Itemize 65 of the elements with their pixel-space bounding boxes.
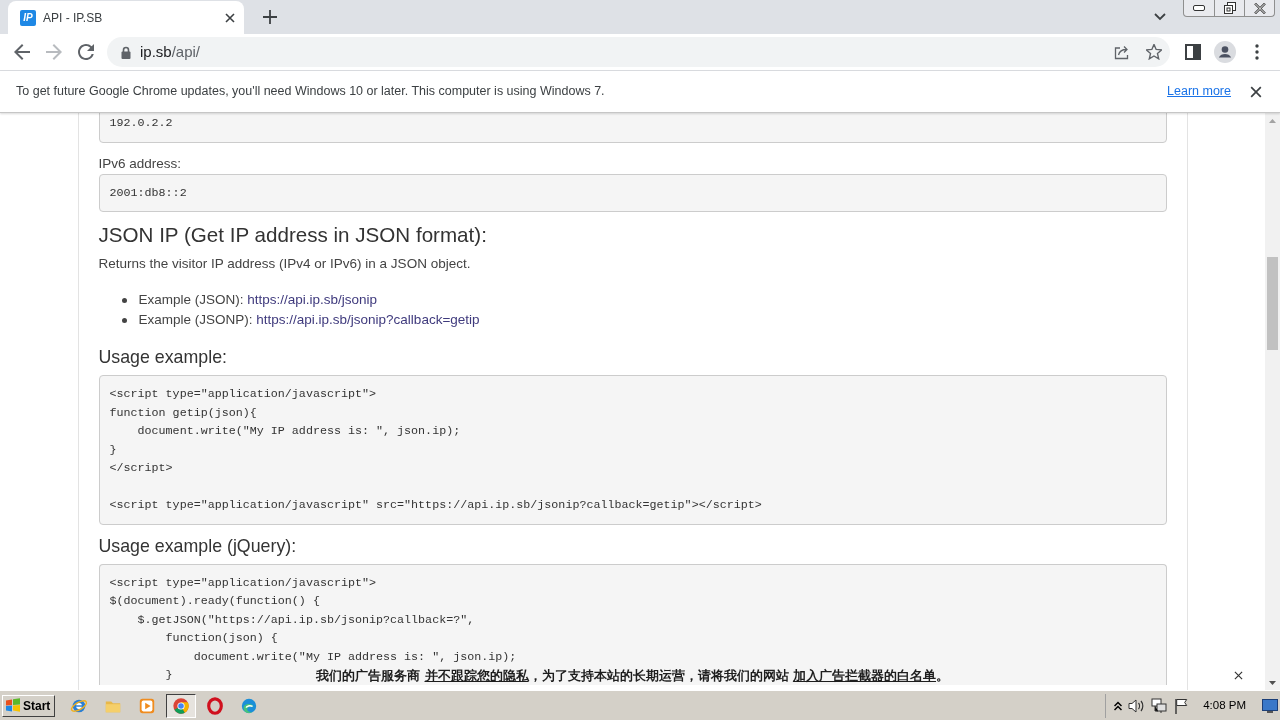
field-label: IPv6 address: xyxy=(98,154,183,173)
action-center-button[interactable] xyxy=(1174,697,1190,714)
bookmark-button[interactable] xyxy=(1146,44,1162,60)
side-panel-icon xyxy=(1185,44,1201,60)
description-text: Returns the visitor IP address (IPv4 or IPv6) in a JSON object. xyxy=(98,255,472,273)
example-link[interactable]: https://api.ip.sb/jsonip?callback=getip xyxy=(256,312,480,327)
learn-more-link[interactable]: Learn more xyxy=(1167,82,1231,101)
play-icon xyxy=(138,696,156,715)
section-heading: JSON IP (Get IP address in JSON format): xyxy=(98,223,488,246)
four-squares-icon xyxy=(5,698,21,713)
bullet-icon xyxy=(121,317,127,323)
section-heading: Usage example (jQuery): xyxy=(98,535,298,556)
list-item-text: Example (JSONP): https://api.ip.sb/jsonip?callback=getip xyxy=(138,311,480,329)
scroll-down-icon[interactable] xyxy=(1269,680,1276,685)
person-icon xyxy=(1214,41,1236,63)
close-button[interactable] xyxy=(1232,669,1244,681)
close-icon xyxy=(1233,670,1243,680)
close-icon xyxy=(225,12,235,23)
address-bar[interactable]: ip.sb/api/ xyxy=(107,37,1170,67)
update-notice: To get future Google Chrome updates, you'll need Windows 10 or later. This computer is using Windows 7. xyxy=(16,83,605,101)
star-icon xyxy=(1146,44,1162,60)
ad-link[interactable]: 并不跟踪您的隐私 xyxy=(424,668,529,684)
flag-icon xyxy=(1174,697,1190,714)
chevron-down-icon xyxy=(1154,13,1166,21)
url-text: ip.sb/api/ xyxy=(140,41,201,62)
start-button[interactable]: Start xyxy=(2,694,55,717)
example-link[interactable]: https://api.ip.sb/jsonip xyxy=(247,292,378,307)
caret-up-icon xyxy=(1114,700,1123,711)
section-heading: Usage example: xyxy=(98,347,228,367)
close-button[interactable] xyxy=(1249,84,1263,99)
menu-icon xyxy=(1255,44,1259,60)
clock-time: 4:08 PM xyxy=(1203,697,1246,713)
back-arrow-icon xyxy=(12,44,32,60)
network-icon xyxy=(1151,697,1169,714)
site-favicon: IP xyxy=(20,9,36,26)
network-button[interactable] xyxy=(1151,697,1169,714)
code-block: <script type="application/javascript"> function getip(json){ document.write("My IP address is: ", json.ip); } </script> <script type="application/javascript" src="https://api.ip.sb/jsonip?callback=getip"></script> xyxy=(98,375,1167,525)
close-icon xyxy=(1253,2,1266,14)
forward-arrow-icon xyxy=(44,44,64,60)
reload-icon xyxy=(76,44,96,60)
monitor-icon xyxy=(1262,698,1278,713)
close-icon xyxy=(1250,85,1262,98)
show-desktop-button[interactable] xyxy=(1262,697,1278,714)
minimize-icon xyxy=(1193,5,1205,11)
tray-expand-button[interactable] xyxy=(1114,700,1123,711)
ring-icon xyxy=(206,696,224,715)
code-block: 192.0.2.2 xyxy=(98,113,1167,143)
browser-tab[interactable]: IP API - IP.SB xyxy=(8,1,244,34)
tricolor-circle-icon xyxy=(172,696,190,715)
share-icon xyxy=(1114,44,1130,60)
list-item-text: Example (JSON): https://api.ip.sb/jsonip xyxy=(138,291,378,309)
bullet-icon xyxy=(121,297,127,303)
lock-icon xyxy=(121,45,131,59)
taskbar-app-button[interactable] xyxy=(166,693,196,718)
scrollbar-thumb[interactable] xyxy=(1267,257,1278,350)
restore-icon xyxy=(1223,2,1236,14)
code-block: 2001:db8::2 xyxy=(98,173,1167,212)
ad-link[interactable]: 加入广告拦截器的白名单 xyxy=(793,668,937,684)
ad-notice: 我们的广告服务商 并不跟踪您的隐私，为了支持本站的长期运营，请将我们的网站 加入广告拦截器的白名单。 xyxy=(315,667,950,686)
profile-button[interactable] xyxy=(1211,38,1239,66)
share-button[interactable] xyxy=(1114,44,1130,60)
swirl-icon xyxy=(240,696,258,715)
plus-icon xyxy=(263,10,277,24)
volume-button[interactable] xyxy=(1128,697,1146,714)
speaker-icon xyxy=(1128,697,1146,714)
